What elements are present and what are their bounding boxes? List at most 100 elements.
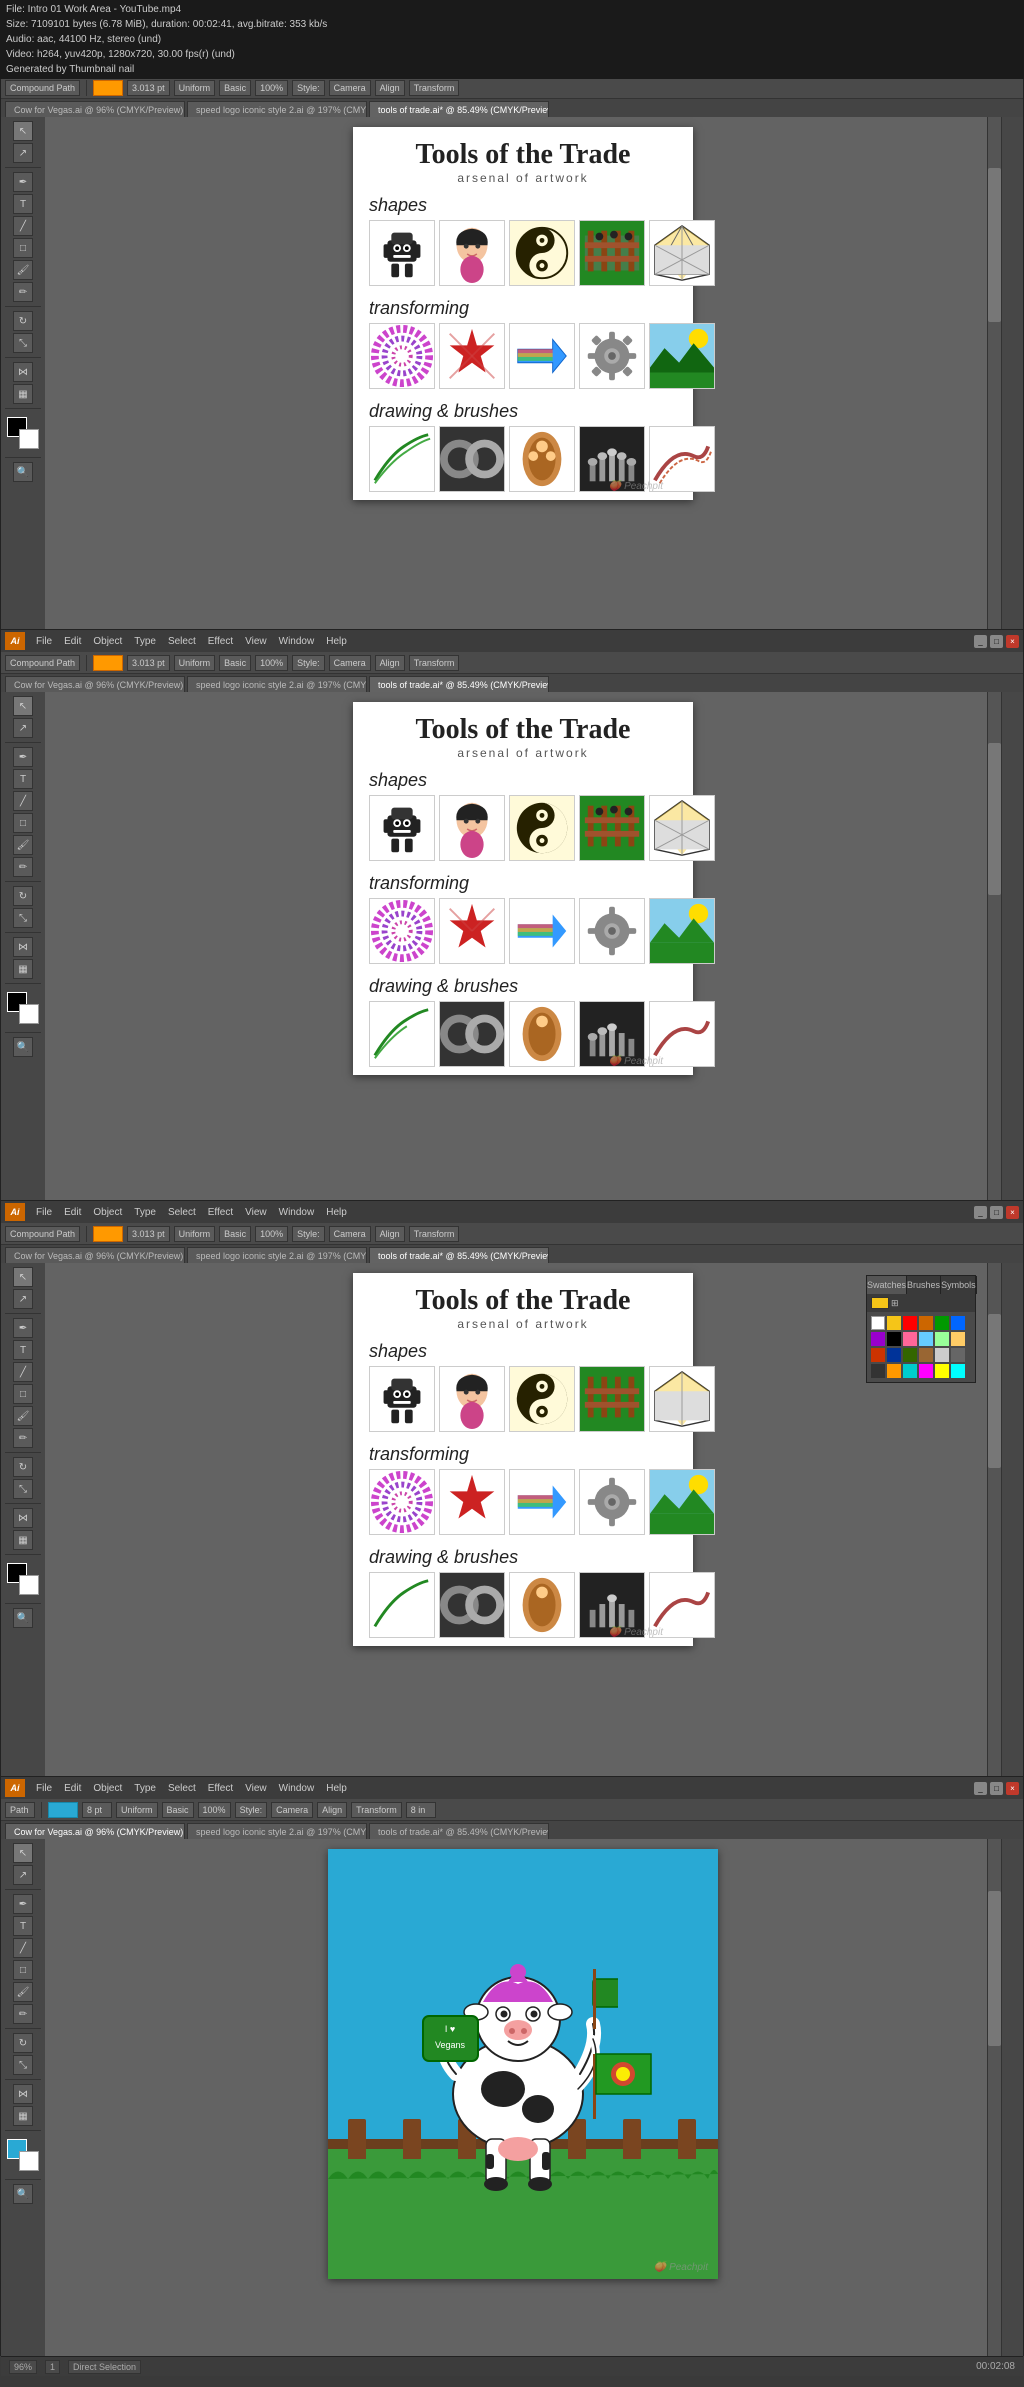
swatches-tab-3[interactable]: Swatches — [867, 1276, 907, 1294]
compound-path-2[interactable]: Compound Path — [5, 655, 80, 671]
menu-object-3[interactable]: Object — [88, 1206, 127, 1219]
scrollbar-v-3[interactable] — [987, 1263, 1001, 1776]
uniform-4[interactable]: Uniform — [116, 1802, 158, 1818]
tab-tools-2[interactable]: tools of trade.ai* @ 85.49% (CMYK/Previe… — [369, 676, 549, 692]
opacity-3[interactable]: 100% — [255, 1226, 288, 1242]
status-zoom-4[interactable]: 96% — [9, 2360, 37, 2374]
selection-tool-4[interactable]: ↖ — [13, 1843, 33, 1863]
brush-tool-3[interactable]: 🖌 — [13, 1406, 33, 1426]
minimize-btn-4[interactable]: _ — [974, 1782, 987, 1795]
background-color-1[interactable] — [19, 429, 39, 449]
close-btn-3[interactable]: × — [1006, 1206, 1019, 1219]
rotate-1[interactable]: ↻ — [13, 311, 33, 331]
swatch-white[interactable] — [871, 1316, 885, 1330]
zoom-4[interactable]: 🔍 — [13, 2184, 33, 2204]
swatch-blue[interactable] — [951, 1316, 965, 1330]
items-4[interactable]: 8 pt — [82, 1802, 112, 1818]
camera-2[interactable]: Camera — [329, 655, 371, 671]
menu-object-2[interactable]: Object — [88, 635, 127, 648]
swatch-peach[interactable] — [951, 1332, 965, 1346]
menu-file-4[interactable]: File — [31, 1782, 57, 1795]
menu-select-2[interactable]: Select — [163, 635, 201, 648]
maximize-btn-3[interactable]: □ — [990, 1206, 1003, 1219]
swatch-red[interactable] — [903, 1316, 917, 1330]
opacity-item-1[interactable]: 100% — [255, 80, 288, 96]
menu-effect-4[interactable]: Effect — [203, 1782, 238, 1795]
blend-4[interactable]: ⋈ — [13, 2084, 33, 2104]
pen-tool-4[interactable]: ✒ — [13, 1894, 33, 1914]
menu-view-2[interactable]: View — [240, 635, 272, 648]
transform-3[interactable]: Transform — [409, 1226, 460, 1242]
basic-item-1[interactable]: Basic — [219, 80, 251, 96]
basic-2[interactable]: Basic — [219, 655, 251, 671]
paintbrush-1[interactable]: 🖌 — [13, 260, 33, 280]
menu-window-2[interactable]: Window — [274, 635, 320, 648]
swatch-amber[interactable] — [887, 1364, 901, 1378]
swatch-pink[interactable] — [903, 1332, 917, 1346]
selection-tool-2[interactable]: ↖ — [13, 696, 33, 716]
stroke-item-1[interactable] — [93, 80, 123, 96]
align-item-1[interactable]: Align — [375, 80, 405, 96]
tab-speed-4[interactable]: speed logo iconic style 2.ai @ 197% (CMY… — [187, 1823, 367, 1839]
style-4[interactable]: Style: — [235, 1802, 268, 1818]
zoom-3[interactable]: 🔍 — [13, 1608, 33, 1628]
pencil-2[interactable]: ✏ — [13, 857, 33, 877]
more-4[interactable]: 8 in — [406, 1802, 436, 1818]
uniform-3[interactable]: Uniform — [174, 1226, 216, 1242]
pen-tool-3[interactable]: ✒ — [13, 1318, 33, 1338]
tab-cow-4[interactable]: Cow for Vegas.ai @ 96% (CMYK/Preview) — [5, 1823, 185, 1839]
rect-tool-3[interactable]: □ — [13, 1384, 33, 1404]
scale-1[interactable]: ⤡ — [13, 333, 33, 353]
tab-cow-2[interactable]: Cow for Vegas.ai @ 96% (CMYK/Preview) — [5, 676, 185, 692]
pencil-4[interactable]: ✏ — [13, 2004, 33, 2024]
tab-tools-4[interactable]: tools of trade.ai* @ 85.49% (CMYK/Previe… — [369, 1823, 549, 1839]
rect-tool-2[interactable]: □ — [13, 813, 33, 833]
menu-effect-2[interactable]: Effect — [203, 635, 238, 648]
menu-window-4[interactable]: Window — [274, 1782, 320, 1795]
menu-file-3[interactable]: File — [31, 1206, 57, 1219]
swatch-yellow[interactable] — [887, 1316, 901, 1330]
basic-4[interactable]: Basic — [162, 1802, 194, 1818]
uniform-2[interactable]: Uniform — [174, 655, 216, 671]
line-tool-4[interactable]: ╱ — [13, 1938, 33, 1958]
path-label-4[interactable]: Path — [5, 1802, 35, 1818]
menu-type-3[interactable]: Type — [129, 1206, 161, 1219]
menu-edit-2[interactable]: Edit — [59, 635, 86, 648]
pencil-3[interactable]: ✏ — [13, 1428, 33, 1448]
gradient-2[interactable]: ▦ — [13, 959, 33, 979]
tab-cow-3[interactable]: Cow for Vegas.ai @ 96% (CMYK/Preview) — [5, 1247, 185, 1263]
transform-4[interactable]: Transform — [351, 1802, 402, 1818]
menu-type-2[interactable]: Type — [129, 635, 161, 648]
maximize-btn-2[interactable]: □ — [990, 635, 1003, 648]
tab-tools-1[interactable]: tools of trade.ai* @ 85.49% (CMYK/Previe… — [369, 101, 549, 117]
pencil-1[interactable]: ✏ — [13, 282, 33, 302]
minimize-btn-2[interactable]: _ — [974, 635, 987, 648]
scale-3[interactable]: ⤡ — [13, 1479, 33, 1499]
pen-tool-2[interactable]: ✒ — [13, 747, 33, 767]
menu-window-3[interactable]: Window — [274, 1206, 320, 1219]
swatch-ltgreen[interactable] — [935, 1332, 949, 1346]
zoom-2[interactable]: 🔍 — [13, 1037, 33, 1057]
scale-4[interactable]: ⤡ — [13, 2055, 33, 2075]
menu-view-3[interactable]: View — [240, 1206, 272, 1219]
transform-item-1[interactable]: Transform — [409, 80, 460, 96]
menu-help-3[interactable]: Help — [321, 1206, 352, 1219]
menu-edit-3[interactable]: Edit — [59, 1206, 86, 1219]
scrollbar-v-1[interactable] — [987, 117, 1001, 629]
selection-tool-3[interactable]: ↖ — [13, 1267, 33, 1287]
rotate-3[interactable]: ↻ — [13, 1457, 33, 1477]
opacity-2[interactable]: 100% — [255, 655, 288, 671]
maximize-btn-4[interactable]: □ — [990, 1782, 1003, 1795]
menu-object-4[interactable]: Object — [88, 1782, 127, 1795]
transform-2[interactable]: Transform — [409, 655, 460, 671]
swatch-orange[interactable] — [919, 1316, 933, 1330]
brush-tool-2[interactable]: 🖌 — [13, 835, 33, 855]
line-tool-1[interactable]: ╱ — [13, 216, 33, 236]
align-2[interactable]: Align — [375, 655, 405, 671]
swatch-dkblue[interactable] — [887, 1348, 901, 1362]
swatch-green[interactable] — [935, 1316, 949, 1330]
uniform-item-1[interactable]: Uniform — [174, 80, 216, 96]
camera-3[interactable]: Camera — [329, 1226, 371, 1242]
menu-help-2[interactable]: Help — [321, 635, 352, 648]
background-2[interactable] — [19, 1004, 39, 1024]
